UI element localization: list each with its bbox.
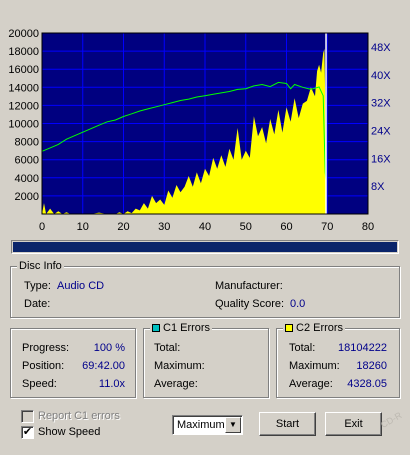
show-speed-label[interactable]: Show Speed (38, 426, 100, 438)
y-right-tick-label: 8X (371, 181, 385, 193)
y-left-tick-label: 14000 (8, 82, 39, 94)
x-tick-label: 70 (321, 221, 333, 233)
disc-info-title: Disc Info (17, 260, 64, 273)
checkmark-icon: ✔ (22, 426, 33, 438)
c1-maximum-label: Maximum: (154, 360, 205, 372)
c2-errors-group: C2 Errors Total: 18104222 Maximum: 18260… (276, 322, 400, 398)
c2-maximum-value: 18260 (356, 360, 387, 372)
c1-errors-title: C1 Errors (150, 322, 213, 335)
c1-total-label: Total: (154, 342, 181, 354)
exit-button[interactable]: Exit (325, 412, 382, 436)
position-value: 69:42.00 (82, 360, 125, 372)
c1-color-swatch (152, 324, 160, 332)
error-chart: 0 10 20 30 40 50 60 70 80 2000 4000 6000 8000 10000 12… (0, 0, 410, 240)
c2-maximum-label: Maximum: (289, 360, 340, 372)
mode-select[interactable]: Maximum ▼ (172, 415, 243, 435)
x-tick-label: 80 (362, 221, 374, 233)
c2-total-value: 18104222 (338, 342, 387, 354)
c2-errors-title: C2 Errors (283, 322, 346, 335)
c2-title-text: C2 Errors (296, 322, 344, 334)
y-right-tick-label: 24X (371, 125, 391, 137)
show-speed-checkbox[interactable]: ✔ (21, 426, 34, 439)
x-tick-label: 20 (117, 221, 129, 233)
x-tick-label: 10 (77, 221, 89, 233)
y-left-tick-label: 16000 (8, 64, 39, 76)
c2-total-label: Total: (289, 342, 316, 354)
y-left-tick-label: 18000 (8, 46, 39, 58)
report-c1-checkbox[interactable] (21, 410, 34, 423)
disc-info-group: Disc Info Type: Audio CD Date: Manufactu… (10, 260, 400, 318)
manufacturer-label: Manufacturer: (215, 280, 283, 292)
y-right-tick-label: 40X (371, 70, 391, 82)
progress-bar-fill (13, 242, 397, 252)
disc-type-label: Type: (24, 280, 51, 292)
y-left-tick-label: 12000 (8, 100, 39, 112)
start-button[interactable]: Start (259, 412, 316, 436)
c2-average-label: Average: (289, 378, 333, 390)
c2-color-swatch (285, 324, 293, 332)
c1-average-label: Average: (154, 378, 198, 390)
y-right-tick-label: 48X (371, 42, 391, 54)
chevron-down-icon[interactable]: ▼ (225, 417, 241, 433)
y-right-tick-label: 16X (371, 153, 391, 165)
c1-errors-group: C1 Errors Total: Maximum: Average: (143, 322, 269, 398)
y-left-tick-label: 6000 (15, 155, 39, 167)
status-group: Progress: 100 % Position: 69:42.00 Speed… (10, 328, 136, 398)
y-left-tick-label: 8000 (15, 137, 39, 149)
speed-label: Speed: (22, 378, 57, 390)
report-c1-label: Report C1 errors (38, 410, 120, 422)
progress-label: Progress: (22, 342, 70, 354)
progress-value: 100 % (93, 342, 125, 354)
chart-svg: 0 10 20 30 40 50 60 70 80 2000 4000 6000 8000 10000 12… (8, 28, 391, 233)
progress-bar (11, 240, 399, 254)
disc-date-label: Date: (24, 298, 51, 310)
quality-score-value: 0.0 (290, 298, 306, 310)
y-right-tick-label: 32X (371, 98, 391, 110)
y-left-tick-label: 20000 (8, 28, 39, 40)
y-left-tick-label: 10000 (8, 119, 39, 131)
position-label: Position: (22, 360, 65, 372)
mode-select-value: Maximum (177, 419, 225, 431)
y-left-tick-label: 2000 (15, 191, 39, 203)
watermark: CD-R (378, 410, 403, 430)
quality-score-label: Quality Score: (215, 298, 285, 310)
c2-average-value: 4328.05 (347, 378, 387, 390)
y-left-tick-label: 4000 (15, 173, 39, 185)
x-tick-label: 40 (199, 221, 211, 233)
x-tick-label: 60 (280, 221, 292, 233)
x-tick-label: 0 (39, 221, 45, 233)
disc-type-value: Audio CD (57, 280, 105, 292)
c1-title-text: C1 Errors (163, 322, 211, 334)
x-tick-label: 50 (240, 221, 252, 233)
x-tick-label: 30 (158, 221, 170, 233)
speed-value: 11.0x (98, 378, 125, 390)
